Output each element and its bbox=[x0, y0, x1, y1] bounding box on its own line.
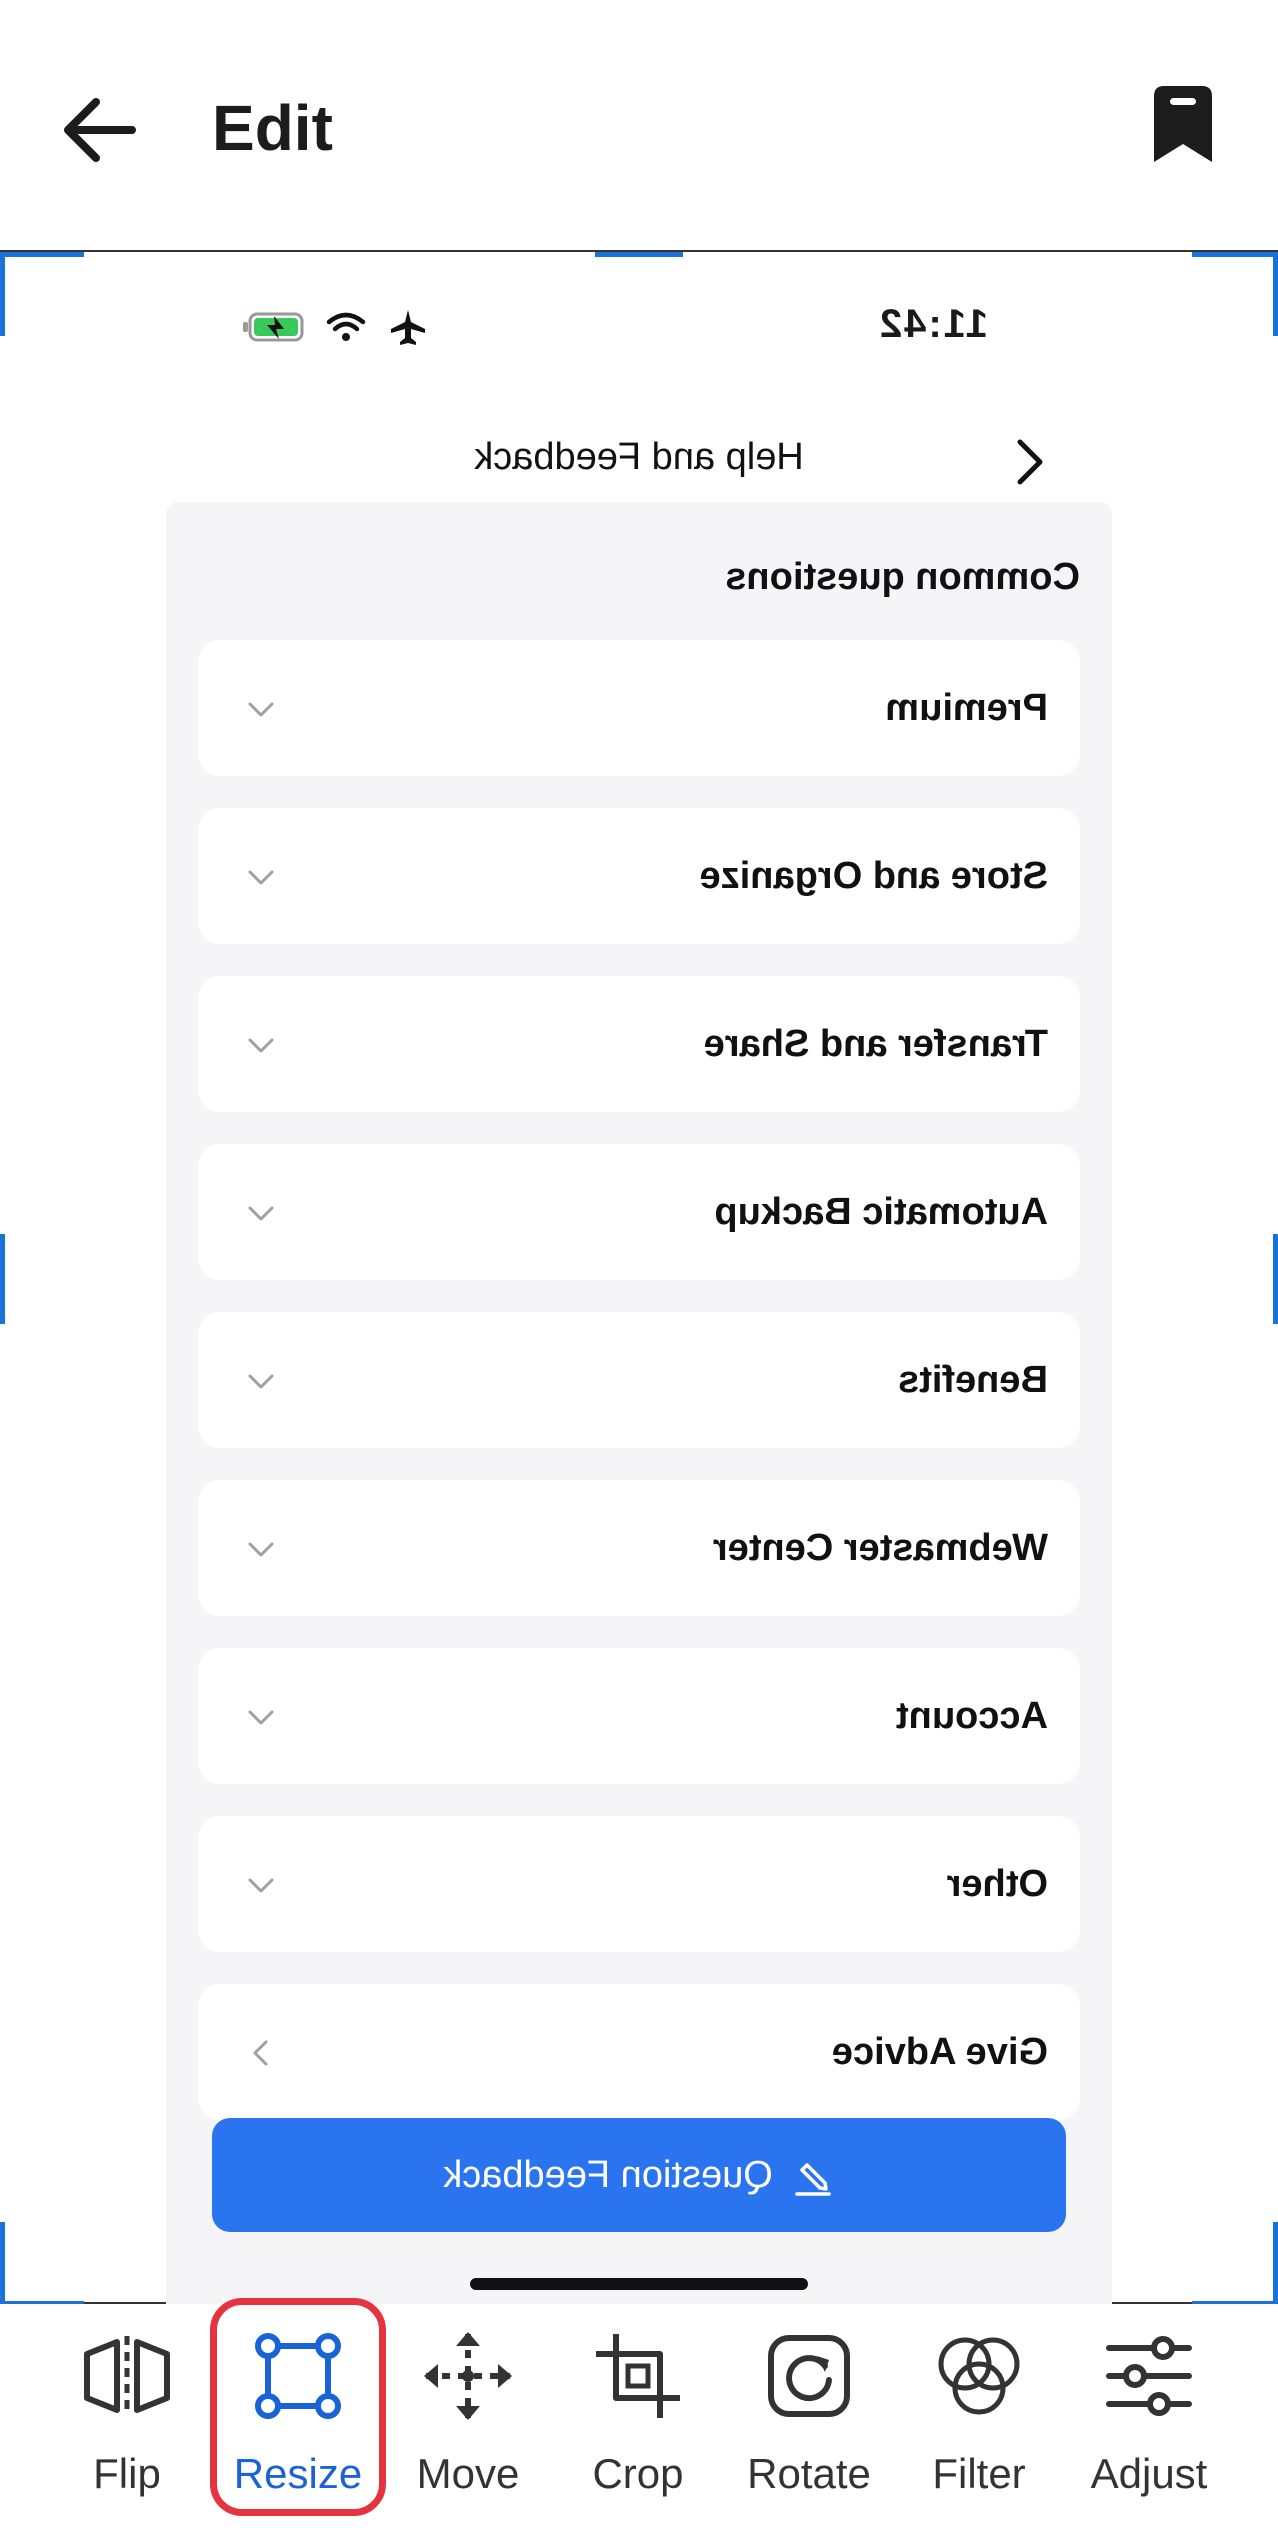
chevron-down-icon bbox=[248, 702, 274, 717]
section-title: Common questions bbox=[725, 556, 1080, 598]
active-tool-highlight bbox=[210, 2298, 386, 2516]
list-item-label: Store and Organize bbox=[699, 855, 1048, 897]
list-item: Account bbox=[198, 1648, 1080, 1784]
flip-icon bbox=[84, 2336, 170, 2416]
list-item-label: Benefits bbox=[898, 1359, 1048, 1401]
page-title: Edit bbox=[212, 92, 333, 164]
list-item-label: Give Advice bbox=[831, 2031, 1048, 2073]
faq-panel: Common questions Premium Store and Organ… bbox=[166, 502, 1112, 2348]
adjust-icon bbox=[1106, 2336, 1192, 2416]
top-bar: Edit bbox=[0, 0, 1278, 248]
question-feedback-button: Question Feedback bbox=[212, 2118, 1066, 2232]
bookmark-button[interactable] bbox=[1140, 82, 1226, 168]
faq-list: Premium Store and Organize Transfer and … bbox=[198, 640, 1080, 2152]
edit-pencil-icon bbox=[795, 2163, 831, 2196]
chevron-down-icon bbox=[248, 1710, 274, 1725]
status-icons bbox=[240, 302, 428, 352]
chevron-down-icon bbox=[248, 1038, 274, 1053]
filter-icon bbox=[938, 2337, 1020, 2415]
list-item-label: Premium bbox=[885, 687, 1048, 729]
chevron-down-icon bbox=[248, 1206, 274, 1221]
move-icon bbox=[424, 2332, 512, 2420]
list-item: Give Advice bbox=[198, 1984, 1080, 2120]
tool-label: Move bbox=[416, 2450, 520, 2497]
list-item-label: Other bbox=[946, 1863, 1048, 1905]
chevron-down-icon bbox=[248, 1542, 274, 1557]
list-item-label: Automatic Backup bbox=[714, 1191, 1048, 1233]
arrow-left-icon bbox=[64, 98, 136, 162]
battery-charging-icon bbox=[243, 312, 304, 342]
back-button[interactable] bbox=[52, 82, 148, 178]
preview-status-bar: 11:42 bbox=[0, 252, 1278, 402]
list-item-label: Account bbox=[896, 1695, 1048, 1737]
list-item-label: Transfer and Share bbox=[703, 1023, 1048, 1065]
tool-crop[interactable]: Crop bbox=[553, 2304, 723, 2532]
tool-rotate[interactable]: Rotate bbox=[724, 2304, 894, 2532]
list-item: Transfer and Share bbox=[198, 976, 1080, 1112]
airplane-icon bbox=[391, 310, 425, 345]
status-time: 11:42 bbox=[877, 302, 988, 346]
tool-adjust[interactable]: Adjust bbox=[1064, 2304, 1234, 2532]
flipped-screenshot-preview: 11:42 Help and Feedback Common questions… bbox=[0, 252, 1278, 2348]
tool-label: Adjust bbox=[1090, 2450, 1208, 2497]
chevron-down-icon bbox=[248, 1374, 274, 1389]
list-item: Automatic Backup bbox=[198, 1144, 1080, 1280]
chevron-down-icon bbox=[248, 1878, 274, 1893]
question-feedback-label: Question Feedback bbox=[443, 2153, 773, 2196]
tool-move[interactable]: Move bbox=[383, 2304, 553, 2532]
preview-nav-title: Help and Feedback bbox=[474, 436, 804, 478]
image-canvas[interactable]: 11:42 Help and Feedback Common questions… bbox=[0, 250, 1278, 2348]
tool-filter[interactable]: Filter bbox=[894, 2304, 1064, 2532]
list-item: Store and Organize bbox=[198, 808, 1080, 944]
tool-label: Flip bbox=[93, 2450, 161, 2497]
tool-flip[interactable]: Flip bbox=[42, 2304, 212, 2532]
crop-icon bbox=[596, 2334, 680, 2418]
list-item-label: Webmaster Center bbox=[712, 1527, 1048, 1569]
list-item: Webmaster Center bbox=[198, 1480, 1080, 1616]
chevron-down-icon bbox=[248, 870, 274, 885]
list-item: Other bbox=[198, 1816, 1080, 1952]
chevron-right-icon bbox=[253, 2040, 268, 2066]
list-item: Premium bbox=[198, 640, 1080, 776]
rotate-icon bbox=[768, 2335, 850, 2417]
edit-toolbar: Flip Resize Move Crop Rotate Filter Adju… bbox=[0, 2304, 1278, 2532]
bookmark-icon bbox=[1154, 86, 1212, 162]
tool-label: Filter bbox=[932, 2450, 1026, 2497]
list-item: Benefits bbox=[198, 1312, 1080, 1448]
tool-label: Rotate bbox=[747, 2450, 871, 2497]
home-indicator bbox=[470, 2278, 808, 2290]
tool-label: Crop bbox=[592, 2450, 684, 2497]
wifi-icon bbox=[326, 312, 366, 341]
